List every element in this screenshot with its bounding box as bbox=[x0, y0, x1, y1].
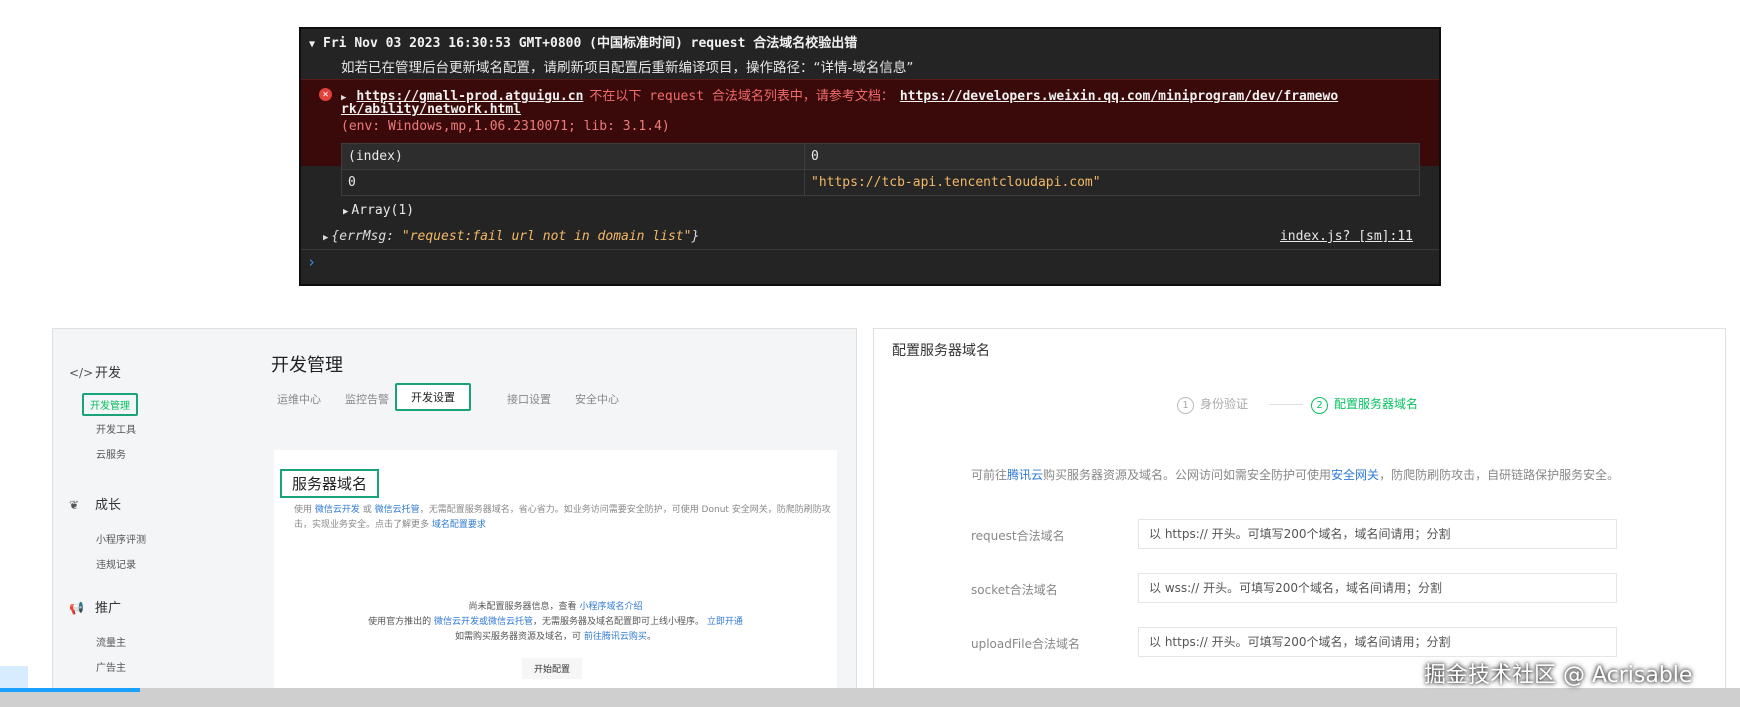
table-header-cell: 0 bbox=[804, 143, 1420, 170]
domain-requirements-link[interactable]: 域名配置要求 bbox=[432, 520, 486, 530]
tencent-cloud-link[interactable]: 腾讯云 bbox=[1007, 468, 1043, 482]
table-row: 0 "https://tcb-api.tencentcloudapi.com" bbox=[341, 169, 1420, 196]
request-domain-input[interactable]: 以 https:// 开头。可填写200个域名，域名间请用；分割 bbox=[1138, 519, 1617, 549]
activate-link[interactable]: 立即开通 bbox=[707, 617, 743, 627]
video-thumbnail bbox=[0, 666, 28, 688]
panel-description: 可前往腾讯云购买服务器资源及域名。公网访问如需安全防护可使用安全网关，防爬防刷防… bbox=[971, 468, 1620, 482]
sidebar-item-advertiser[interactable]: 广告主 bbox=[96, 659, 126, 674]
table-cell: 0 bbox=[341, 169, 805, 196]
array-entry[interactable]: ▶ Array(1) bbox=[343, 203, 414, 218]
sidebar: </> 开发 开发管理 开发工具 云服务 ❦ 成长 小程序评测 违规记录 📢 推广 流… bbox=[53, 329, 219, 689]
server-domain-card: 服务器域名 使用 微信云开发 或 微信云托管，无需配置服务器域名，省心省力。如业… bbox=[274, 450, 837, 689]
card-title: 服务器域名 bbox=[280, 469, 380, 498]
table-cell: "https://tcb-api.tencentcloudapi.com" bbox=[804, 169, 1420, 196]
page-title: 开发管理 bbox=[271, 355, 343, 376]
sidebar-item-cloud[interactable]: 云服务 bbox=[96, 446, 126, 461]
errmsg-object[interactable]: ▶ {errMsg: "request:fail url not in domai… bbox=[323, 229, 699, 244]
tab-security[interactable]: 安全中心 bbox=[575, 391, 619, 407]
step-configure: 2 配置服务器域名 bbox=[1311, 395, 1418, 414]
watermark: 掘金技术社区 @ Acrisable bbox=[1424, 663, 1693, 688]
console-prompt-icon[interactable]: › bbox=[307, 253, 316, 271]
uploadfile-domain-label: uploadFile合法域名 bbox=[971, 637, 1080, 651]
card-description: 使用 微信云开发 或 微信云托管，无需配置服务器域名，省心省力。如业务访问需要安… bbox=[294, 505, 831, 530]
error-icon: ✕ bbox=[319, 88, 332, 101]
table-header-cell: (index) bbox=[341, 143, 805, 170]
sidebar-item-violations[interactable]: 违规记录 bbox=[96, 556, 136, 571]
panel-title: 配置服务器域名 bbox=[892, 343, 990, 359]
code-icon: </> bbox=[69, 366, 94, 380]
configure-server-domain-panel: 配置服务器域名 1 身份验证 2 配置服务器域名 可前往腾讯云购买服务器资源及域名。… bbox=[873, 328, 1726, 690]
step-connector bbox=[1269, 404, 1303, 405]
console-group-header[interactable]: ▼ Fri Nov 03 2023 16:30:53 GMT+0800 (中国标准… bbox=[309, 32, 857, 51]
source-link[interactable]: index.js? [sm]:11 bbox=[1280, 229, 1413, 244]
megaphone-icon: 📢 bbox=[69, 601, 84, 615]
devtools-console: ▼ Fri Nov 03 2023 16:30:53 GMT+0800 (中国标准… bbox=[299, 27, 1441, 286]
sidebar-section-dev[interactable]: </> 开发 bbox=[69, 362, 121, 381]
cloud-service-link[interactable]: 微信云开发或微信云托管 bbox=[434, 617, 533, 627]
tab-api-settings[interactable]: 接口设置 bbox=[507, 391, 551, 407]
step-indicator: 1 身份验证 2 配置服务器域名 bbox=[1177, 395, 1418, 414]
cloud-hosting-link[interactable]: 微信云托管 bbox=[375, 505, 420, 515]
empty-state: 尚未配置服务器信息，查看 小程序域名介绍 使用官方推出的 微信云开发或微信云托管… bbox=[368, 602, 743, 642]
tencent-cloud-buy-link[interactable]: 前往腾讯云购买 bbox=[584, 632, 647, 642]
video-progress-fill bbox=[0, 688, 140, 692]
doc-link-continued[interactable]: rk/ability/network.html bbox=[341, 102, 521, 117]
video-progress-track[interactable] bbox=[0, 688, 1740, 707]
step-identity: 1 身份验证 bbox=[1177, 397, 1248, 414]
sidebar-section-promotion[interactable]: 📢 推广 bbox=[69, 597, 121, 616]
sidebar-item-evaluation[interactable]: 小程序评测 bbox=[96, 531, 146, 546]
expand-triangle-icon[interactable]: ▼ bbox=[309, 39, 315, 50]
expand-triangle-icon[interactable]: ▶ bbox=[343, 207, 348, 217]
tab-dev-settings[interactable]: 开发设置 bbox=[395, 383, 471, 411]
sidebar-item-dev-tools[interactable]: 开发工具 bbox=[96, 421, 136, 436]
request-domain-label: request合法域名 bbox=[971, 529, 1065, 543]
tab-monitoring[interactable]: 监控告警 bbox=[345, 391, 389, 407]
sidebar-item-dev-management[interactable]: 开发管理 bbox=[82, 393, 138, 416]
tab-ops[interactable]: 运维中心 bbox=[277, 391, 321, 407]
uploadfile-domain-input[interactable]: 以 https:// 开头。可填写200个域名，域名间请用；分割 bbox=[1138, 627, 1617, 657]
cloud-dev-link[interactable]: 微信云开发 bbox=[315, 505, 360, 515]
admin-dev-management-panel: </> 开发 开发管理 开发工具 云服务 ❦ 成长 小程序评测 违规记录 📢 推广 流… bbox=[52, 328, 857, 690]
domain-intro-link[interactable]: 小程序域名介绍 bbox=[579, 602, 642, 612]
security-gateway-link[interactable]: 安全网关 bbox=[1331, 468, 1379, 482]
divider bbox=[301, 249, 1439, 250]
sidebar-item-traffic[interactable]: 流量主 bbox=[96, 634, 126, 649]
growth-icon: ❦ bbox=[69, 498, 80, 512]
socket-domain-input[interactable]: 以 wss:// 开头。可填写200个域名，域名间请用；分割 bbox=[1138, 573, 1617, 603]
socket-domain-label: socket合法域名 bbox=[971, 583, 1058, 597]
error-text: 不在以下 request 合法域名列表中，请参考文档： bbox=[589, 89, 894, 104]
table-header-row: (index) 0 bbox=[341, 143, 1420, 170]
env-info: (env: Windows,mp,1.06.2310071; lib: 3.1.… bbox=[341, 119, 670, 134]
console-table: (index) 0 0 "https://tcb-api.tencentclou… bbox=[341, 143, 1420, 196]
doc-link[interactable]: https://developers.weixin.qq.com/minipro… bbox=[900, 89, 1338, 104]
sidebar-section-growth[interactable]: ❦ 成长 bbox=[69, 494, 121, 513]
console-message: 如若已在管理后台更新域名配置，请刷新项目配置后重新编译项目，操作路径：“详情-域… bbox=[341, 60, 914, 76]
start-config-button[interactable]: 开始配置 bbox=[522, 658, 583, 679]
expand-triangle-icon[interactable]: ▶ bbox=[323, 233, 328, 243]
